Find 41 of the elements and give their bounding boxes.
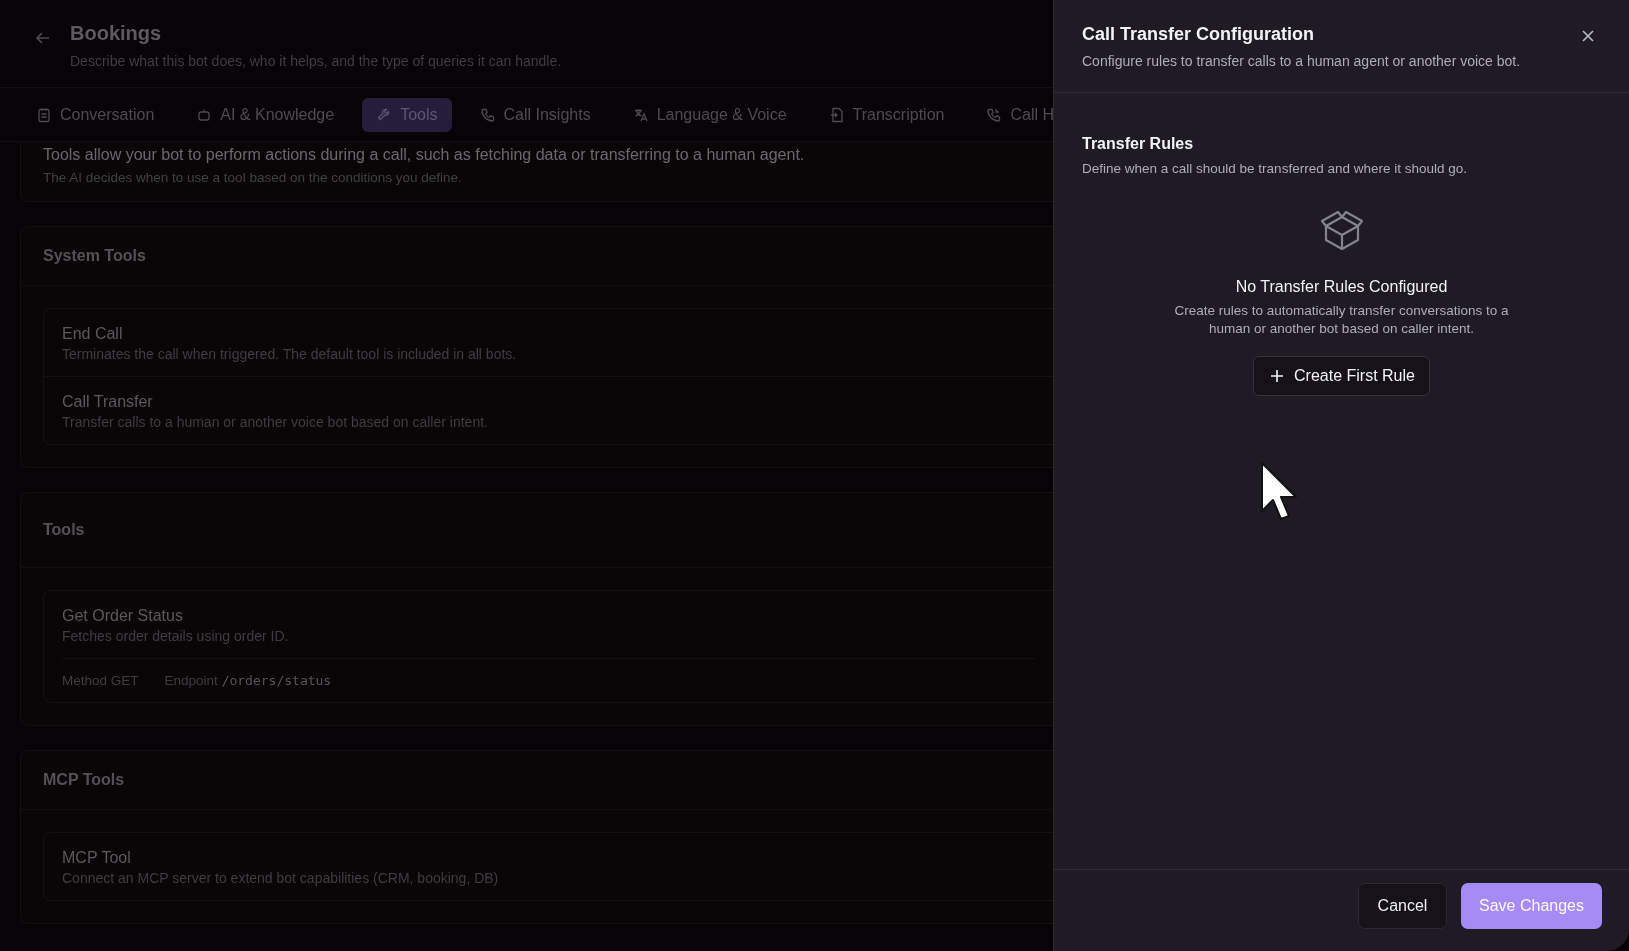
panel-title: Call Transfer Configuration	[1082, 24, 1315, 45]
clipboard-icon	[36, 106, 52, 123]
section-description: Define when a call should be transferred and where it should go.	[1082, 161, 1468, 176]
translate-icon	[632, 106, 649, 123]
section-title: Transfer Rules	[1082, 135, 1195, 153]
page-description: Describe what this bot does, who it helps, and the type of queries it can handle.	[70, 53, 562, 69]
page-title: Bookings	[70, 22, 163, 45]
phone-icon	[986, 106, 1003, 123]
endpoint-label: Endpoint /orders/status	[164, 673, 332, 688]
empty-state-title: No Transfer Rules Configured	[1235, 278, 1448, 296]
tool-name: Call Transfer	[62, 393, 154, 411]
intro-note: The AI decides when to use a tool based on the conditions you define.	[43, 170, 463, 185]
panel-description: Configure rules to transfer calls to a human agent or another voice bot.	[1082, 53, 1522, 69]
file-icon	[828, 106, 845, 123]
tool-description: Connect an MCP server to extend bot capabilities (CRM, booking, DB)	[62, 870, 500, 886]
tab[interactable]: Conversation	[22, 97, 169, 132]
method-label: Method GET	[62, 673, 139, 688]
tab[interactable]: Tools	[362, 97, 452, 132]
create-rule-button[interactable]: Create First Rule	[1253, 356, 1430, 396]
tab[interactable]: AI & Knowledge	[182, 97, 349, 132]
tab[interactable]: Call H	[972, 97, 1053, 132]
section-title: MCP Tools	[43, 771, 125, 789]
section-title: Tools	[43, 521, 85, 539]
empty-state-text: Create rules to automatically transfer conversations to a human or another bot based on caller intent.	[1173, 302, 1510, 338]
save-button[interactable]: Save Changes	[1461, 882, 1602, 929]
cursor-icon	[1259, 460, 1299, 522]
tool-name: Get Order Status	[62, 607, 184, 625]
phone-icon	[479, 106, 496, 123]
cancel-button[interactable]: Cancel	[1358, 882, 1447, 929]
section-title: System Tools	[43, 247, 146, 265]
intro-heading: Tools allow your bot to perform actions during a call, such as fetching data or transferring to a human agent.	[43, 146, 806, 164]
tab[interactable]: Call Insights	[465, 97, 605, 132]
tool-name: MCP Tool	[62, 849, 132, 867]
tool-name: End Call	[62, 325, 124, 343]
plus-icon	[1270, 369, 1285, 383]
tool-description: Transfer calls to a human or another voice bot based on caller intent.	[62, 414, 489, 430]
tool-description: Terminates the call when triggered. The default tool is included in all bots.	[62, 346, 518, 362]
tool-description: Fetches order details using order ID.	[62, 628, 290, 644]
tab[interactable]: Transcription	[814, 97, 959, 132]
close-icon[interactable]	[1581, 29, 1595, 43]
tab[interactable]: Language & Voice	[618, 97, 801, 132]
